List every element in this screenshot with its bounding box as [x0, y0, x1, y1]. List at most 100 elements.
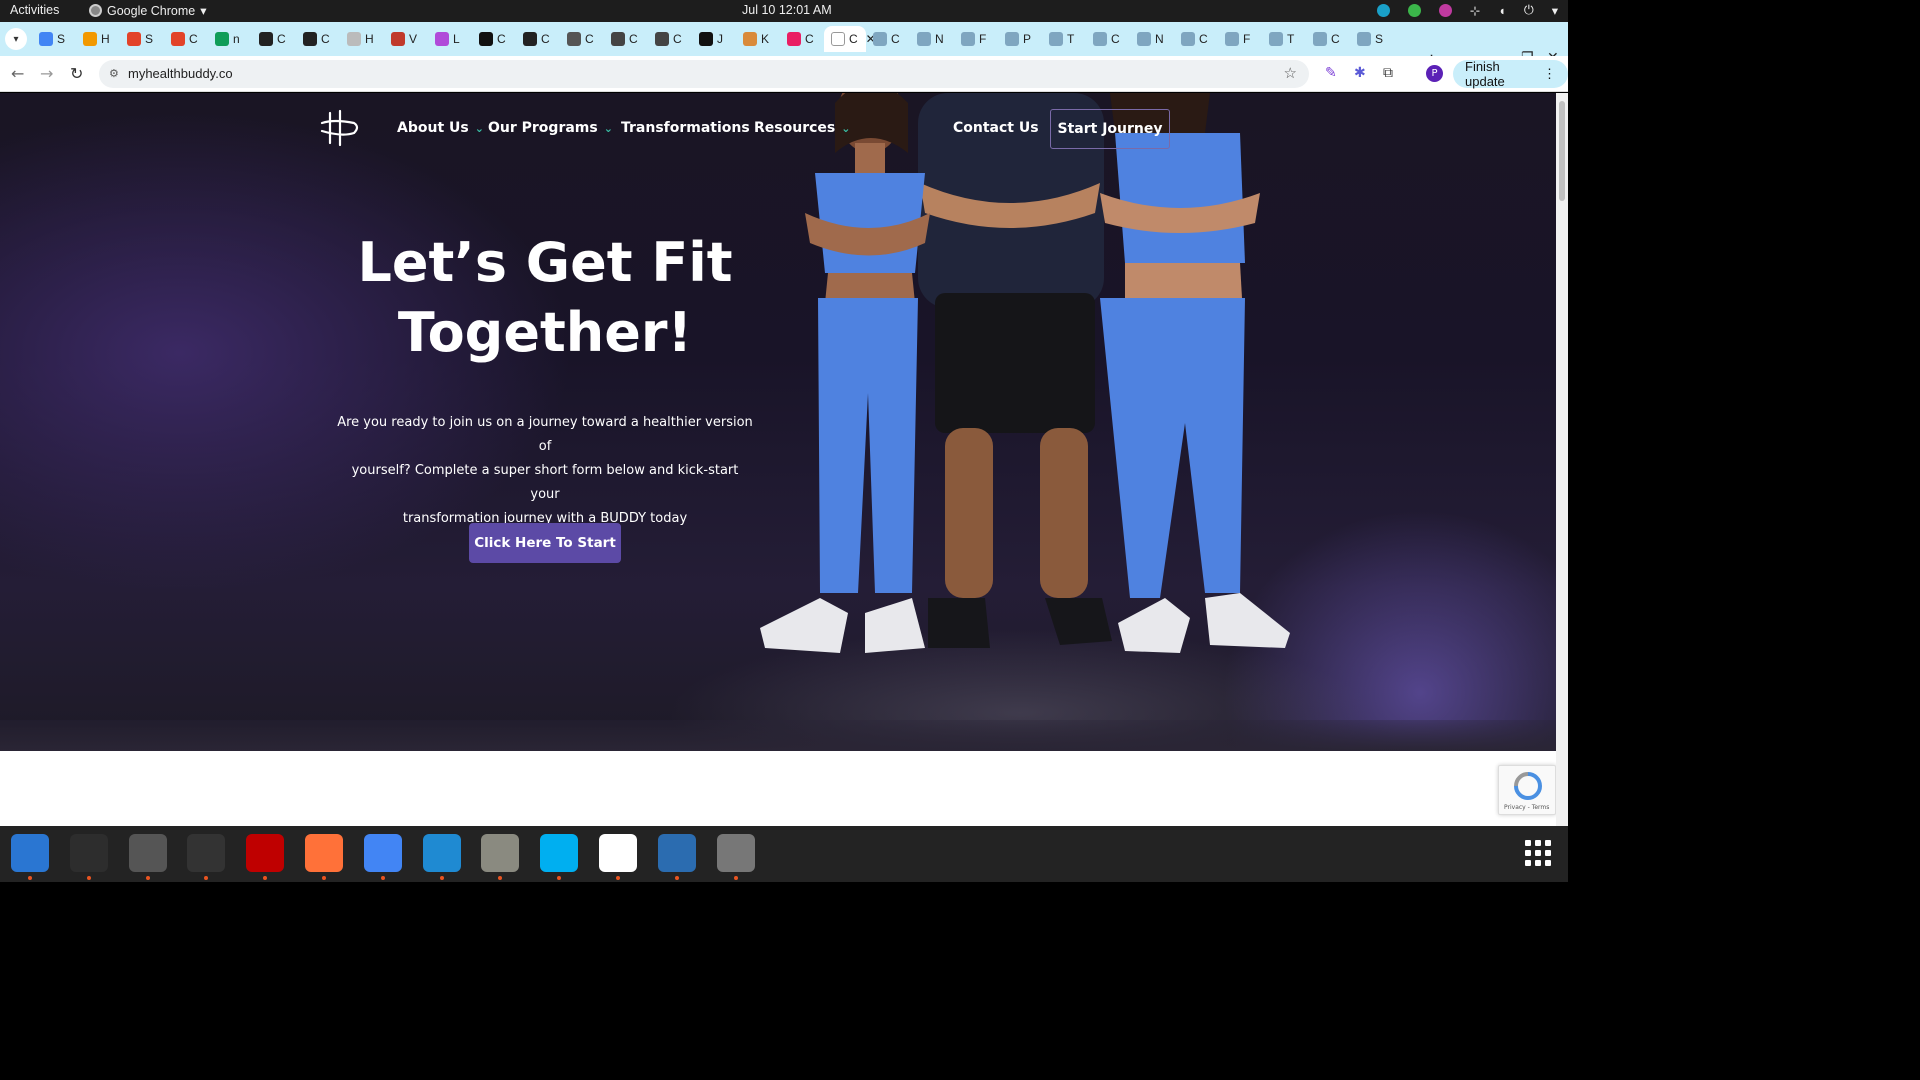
start-journey-button[interactable]: Start Journey — [1050, 109, 1170, 149]
dock-skype-icon[interactable] — [540, 834, 579, 872]
browser-tab[interactable]: C — [472, 26, 516, 52]
activities-button[interactable]: Activities — [10, 3, 59, 17]
tab-favicon-icon — [699, 32, 713, 46]
dock-vscode-icon[interactable] — [422, 834, 461, 872]
browser-tab-active[interactable]: C ✕ — [824, 26, 876, 52]
tab-favicon-icon — [215, 32, 229, 46]
chevron-down-icon: ⌄ — [603, 121, 613, 135]
bookmark-star-icon[interactable]: ☆ — [1284, 64, 1297, 82]
recaptcha-privacy-terms[interactable]: Privacy - Terms — [1504, 804, 1549, 811]
browser-tab[interactable]: F — [954, 26, 998, 52]
browser-tab[interactable]: C — [164, 26, 208, 52]
tab-favicon-icon — [1225, 32, 1239, 46]
nav-transformations[interactable]: Transformations — [621, 120, 750, 136]
reload-icon[interactable]: ↻ — [70, 64, 83, 83]
browser-tab[interactable]: C — [866, 26, 910, 52]
finish-update-button[interactable]: Finish update ⋮ — [1453, 59, 1568, 89]
hero-description: Are you ready to join us on a journey to… — [335, 411, 755, 531]
extension-tray-icon[interactable] — [1438, 4, 1452, 17]
browser-tab[interactable]: C — [1174, 26, 1218, 52]
browser-tab[interactable]: n — [208, 26, 252, 52]
dock-system-monitor-icon[interactable] — [187, 834, 226, 872]
dock-chrome-icon[interactable] — [363, 834, 402, 872]
browser-tab[interactable]: L — [428, 26, 472, 52]
click-here-to-start-button[interactable]: Click Here To Start — [469, 523, 621, 563]
browser-tab[interactable]: P — [998, 26, 1042, 52]
browser-tab[interactable]: C — [252, 26, 296, 52]
scrollbar-thumb[interactable] — [1559, 101, 1565, 201]
running-indicator — [616, 876, 620, 880]
browser-tab[interactable]: S — [120, 26, 164, 52]
extensions-puzzle-icon[interactable]: ⧉ — [1383, 65, 1393, 81]
app-menu[interactable]: Google Chrome ▾ — [89, 3, 207, 18]
tab-favicon-icon — [479, 32, 493, 46]
caret-down-icon[interactable]: ▾ — [1552, 3, 1558, 18]
dock-firefox-icon[interactable] — [305, 834, 343, 872]
show-applications-icon[interactable] — [1525, 840, 1551, 866]
tab-favicon-icon — [961, 32, 975, 46]
dock-thunderbird-icon[interactable] — [11, 834, 49, 872]
browser-tab[interactable]: H — [76, 26, 120, 52]
dock-text-editor-icon[interactable] — [599, 834, 637, 872]
health-buddy-logo[interactable] — [320, 109, 362, 147]
check-icon[interactable] — [1407, 4, 1421, 17]
nav-about-us[interactable]: About Us ⌄ — [397, 120, 484, 136]
browser-tab[interactable]: S — [32, 26, 76, 52]
site-info-icon[interactable]: ⚙ — [109, 67, 119, 80]
tab-favicon-icon — [259, 32, 273, 46]
browser-tab[interactable]: C — [516, 26, 560, 52]
gear-extension-icon[interactable]: ✱ — [1354, 65, 1366, 81]
volume-icon[interactable]: ◖ — [1498, 4, 1506, 18]
browser-tab[interactable]: C — [296, 26, 340, 52]
browser-tab[interactable]: T — [1042, 26, 1086, 52]
page-scrollbar[interactable] — [1556, 93, 1568, 826]
hero-title: Let’s Get Fit Together! — [320, 228, 770, 368]
browser-tab[interactable]: H — [340, 26, 384, 52]
dock-disk-utility-icon[interactable] — [716, 834, 755, 872]
tab-title: F — [979, 32, 987, 46]
recaptcha-badge[interactable]: Privacy - Terms — [1498, 765, 1556, 815]
dock-files-icon[interactable] — [481, 834, 520, 872]
address-bar[interactable]: ⚙ myhealthbuddy.co ☆ — [99, 60, 1309, 88]
browser-tab[interactable]: N — [910, 26, 954, 52]
nav-resources[interactable]: Resources ⌄ — [754, 120, 850, 136]
running-indicator — [145, 876, 150, 880]
tab-list: S H S Cn C C H V L C C C C C J K C C ✕ C N F P T C N C F T C S — [32, 26, 1394, 56]
browser-tab[interactable]: C — [1086, 26, 1130, 52]
dock-calculator-icon[interactable] — [128, 834, 167, 872]
tab-title: S — [1375, 32, 1384, 46]
tab-title: C — [585, 32, 594, 46]
network-icon[interactable]: ⊹ — [1470, 3, 1480, 18]
browser-tab[interactable]: N — [1130, 26, 1174, 52]
dock-document-viewer-icon[interactable] — [657, 834, 696, 872]
dock-terminal-icon[interactable] — [69, 834, 108, 872]
browser-tab[interactable]: S — [1350, 26, 1394, 52]
browser-tab[interactable]: C — [648, 26, 692, 52]
browser-tab[interactable]: C — [780, 26, 824, 52]
browser-tab[interactable]: F — [1218, 26, 1262, 52]
browser-tab[interactable]: J — [692, 26, 736, 52]
tab-title: C — [629, 32, 638, 46]
browser-tab[interactable]: C — [604, 26, 648, 52]
url-text[interactable]: myhealthbuddy.co — [128, 66, 233, 81]
browser-tab[interactable]: V — [384, 26, 428, 52]
tab-search-button[interactable]: ▾ — [5, 28, 27, 50]
browser-tab[interactable]: T — [1262, 26, 1306, 52]
browser-tab[interactable]: K — [736, 26, 780, 52]
dock-filezilla-icon[interactable] — [246, 834, 285, 872]
sync-icon[interactable] — [1376, 4, 1390, 17]
tab-title: K — [761, 32, 770, 46]
forward-arrow-icon[interactable]: → — [40, 64, 53, 83]
power-icon[interactable]: ⏻ — [1524, 3, 1534, 18]
tab-favicon-icon — [523, 32, 537, 46]
clock[interactable]: Jul 10 12:01 AM — [742, 3, 832, 17]
pen-extension-icon[interactable]: ✎ — [1325, 65, 1337, 81]
nav-contact-us[interactable]: Contact Us — [953, 120, 1039, 136]
back-arrow-icon[interactable]: ← — [11, 64, 24, 83]
browser-tab[interactable]: C — [1306, 26, 1350, 52]
profile-avatar[interactable]: P — [1426, 65, 1443, 82]
chrome-app-icon — [89, 4, 102, 17]
nav-our-programs[interactable]: Our Programs ⌄ — [488, 120, 613, 136]
tab-title: C — [673, 32, 682, 46]
browser-tab[interactable]: C — [560, 26, 604, 52]
